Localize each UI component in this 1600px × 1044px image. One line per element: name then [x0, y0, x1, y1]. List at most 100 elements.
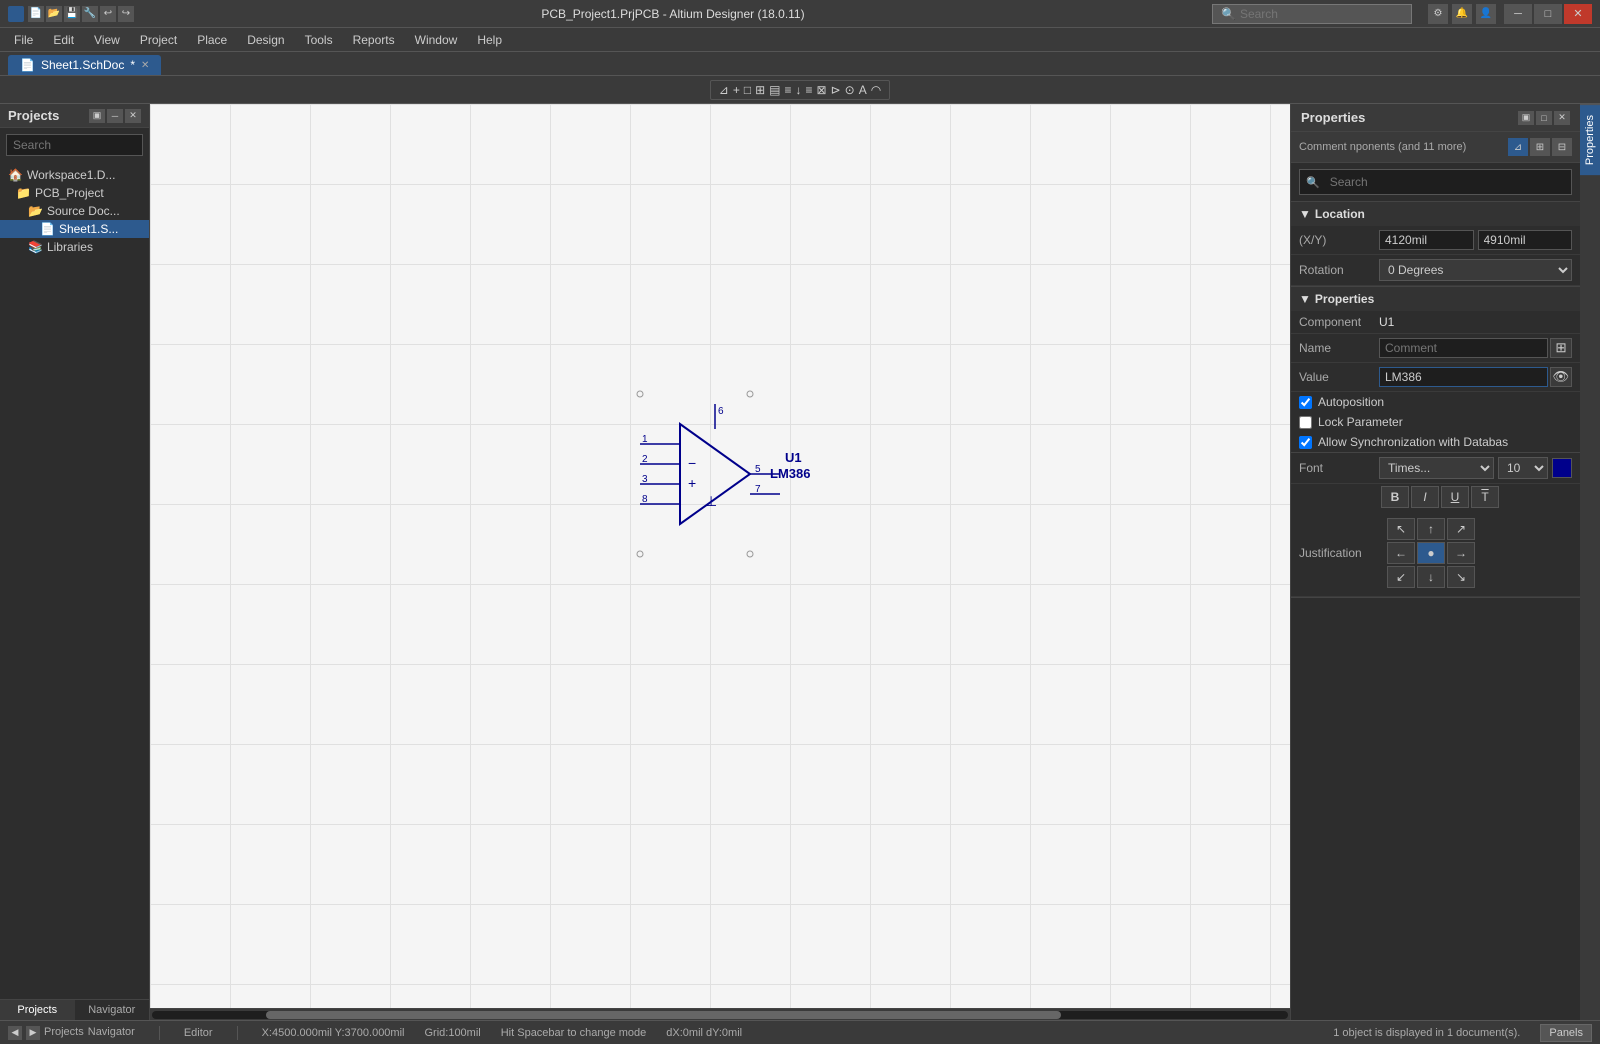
titlebar-search[interactable]: 🔍 — [1212, 4, 1412, 24]
tool-align[interactable]: ⊞ — [755, 83, 765, 97]
font-family-select[interactable]: Times... — [1379, 457, 1494, 479]
filter-paste-btn[interactable]: ⊟ — [1552, 138, 1572, 156]
menu-view[interactable]: View — [84, 31, 130, 49]
titlebar-icon-new[interactable]: 📄 — [28, 6, 44, 22]
scroll-thumb[interactable] — [266, 1011, 1061, 1019]
underline-button[interactable]: U — [1441, 486, 1469, 508]
menu-place[interactable]: Place — [187, 31, 237, 49]
tree-sheet1[interactable]: 📄 Sheet1.S... — [0, 220, 149, 238]
tool-menu[interactable]: ≡ — [806, 83, 813, 97]
maximize-button[interactable]: □ — [1534, 4, 1562, 24]
just-top-center[interactable]: ↑ — [1417, 518, 1445, 540]
tool-text[interactable]: A — [859, 83, 867, 97]
schematic-component[interactable]: − + ⊥ 1 2 3 5 6 7 8 U1 LM386 — [630, 384, 880, 587]
autoposition-checkbox[interactable] — [1299, 396, 1312, 409]
menu-project[interactable]: Project — [130, 31, 187, 49]
italic-button[interactable]: I — [1411, 486, 1439, 508]
document-tab[interactable]: 📄 Sheet1.SchDoc * ✕ — [8, 55, 161, 75]
titlebar-icon-save[interactable]: 💾 — [64, 6, 80, 22]
tool-down[interactable]: ↓ — [796, 83, 802, 97]
panels-button[interactable]: Panels — [1540, 1024, 1592, 1042]
filter-active-btn[interactable]: ⊿ — [1508, 138, 1528, 156]
menu-tools[interactable]: Tools — [295, 31, 343, 49]
just-mid-center[interactable]: ● — [1417, 542, 1445, 564]
lockparam-checkbox[interactable] — [1299, 416, 1312, 429]
x-input[interactable] — [1379, 230, 1474, 250]
menu-reports[interactable]: Reports — [343, 31, 405, 49]
right-panel-close-btn[interactable]: ✕ — [1554, 111, 1570, 125]
tool-filter[interactable]: ⊿ — [719, 83, 729, 97]
titlebar-icon-open[interactable]: 📂 — [46, 6, 62, 22]
menu-help[interactable]: Help — [467, 31, 512, 49]
tool-arc[interactable]: ◠ — [871, 83, 881, 97]
justification-label: Justification — [1299, 546, 1379, 560]
tree-workspace[interactable]: 🏠 Workspace1.D... — [0, 166, 149, 184]
font-color-picker[interactable] — [1552, 458, 1572, 478]
strikethrough-button[interactable]: T — [1471, 486, 1499, 508]
canvas-area[interactable]: − + ⊥ 1 2 3 5 6 7 8 U1 LM386 — [150, 104, 1290, 1020]
location-section-header[interactable]: ▼ Location — [1291, 202, 1580, 226]
right-panel-float-btn[interactable]: ▣ — [1518, 111, 1534, 125]
titlebar-icon-vcs[interactable]: 🔧 — [82, 6, 98, 22]
left-search-input[interactable] — [6, 134, 143, 156]
left-panel-close-btn[interactable]: ✕ — [125, 109, 141, 123]
just-mid-right[interactable]: → — [1447, 542, 1475, 564]
bold-button[interactable]: B — [1381, 486, 1409, 508]
canvas-scrollbar[interactable] — [150, 1008, 1290, 1020]
left-panel-float-btn[interactable]: ▣ — [89, 109, 105, 123]
tree-source-doc[interactable]: 📂 Source Doc... — [0, 202, 149, 220]
statusbar-prev-btn[interactable]: ◀ — [8, 1026, 22, 1040]
just-top-right[interactable]: ↗ — [1447, 518, 1475, 540]
value-input[interactable] — [1379, 367, 1548, 387]
statusbar-projects-tab[interactable]: Projects — [44, 1026, 84, 1040]
just-top-left[interactable]: ↖ — [1387, 518, 1415, 540]
menu-window[interactable]: Window — [405, 31, 468, 49]
sidebar-tab-properties[interactable]: Properties — [1580, 104, 1600, 175]
statusbar-next-btn[interactable]: ▶ — [26, 1026, 40, 1040]
menu-design[interactable]: Design — [237, 31, 294, 49]
tree-pcb-project[interactable]: 📁 PCB_Project — [0, 184, 149, 202]
right-search-input[interactable] — [1324, 172, 1565, 192]
titlebar-icon-undo[interactable]: ↩ — [100, 6, 116, 22]
autoposition-label[interactable]: Autoposition — [1318, 395, 1384, 409]
left-panel-minimize-btn[interactable]: ─ — [107, 109, 123, 123]
allowsync-label[interactable]: Allow Synchronization with Databas — [1318, 435, 1508, 449]
just-bot-center[interactable]: ↓ — [1417, 566, 1445, 588]
just-mid-left[interactable]: ← — [1387, 542, 1415, 564]
tool-table[interactable]: ▤ — [769, 83, 780, 97]
tool-cross[interactable]: ⊠ — [817, 83, 827, 97]
rotation-select[interactable]: 0 Degrees — [1379, 259, 1572, 281]
minimize-button[interactable]: ─ — [1504, 4, 1532, 24]
properties-section-header[interactable]: ▼ Properties — [1291, 287, 1580, 311]
titlebar-search-input[interactable] — [1240, 7, 1400, 21]
footer-tab-projects[interactable]: Projects — [0, 1000, 75, 1020]
just-bot-left[interactable]: ↙ — [1387, 566, 1415, 588]
titlebar-icon-redo[interactable]: ↪ — [118, 6, 134, 22]
menu-edit[interactable]: Edit — [43, 31, 84, 49]
tool-list[interactable]: ≡ — [785, 83, 792, 97]
tree-libraries[interactable]: 📚 Libraries — [0, 238, 149, 256]
tool-rect[interactable]: □ — [744, 83, 751, 97]
user-icon[interactable]: 👤 — [1476, 4, 1496, 24]
statusbar-navigator-tab[interactable]: Navigator — [88, 1026, 135, 1040]
right-panel-restore-btn[interactable]: □ — [1536, 111, 1552, 125]
just-bot-right[interactable]: ↘ — [1447, 566, 1475, 588]
lockparam-label[interactable]: Lock Parameter — [1318, 415, 1403, 429]
settings-icon[interactable]: ⚙ — [1428, 4, 1448, 24]
y-input[interactable] — [1478, 230, 1573, 250]
tool-circle[interactable]: ⊙ — [845, 83, 855, 97]
filter-copy-btn[interactable]: ⊞ — [1530, 138, 1550, 156]
footer-tab-navigator[interactable]: Navigator — [75, 1000, 150, 1020]
name-copy-btn[interactable]: ⊞ — [1550, 338, 1572, 358]
name-input[interactable] — [1379, 338, 1548, 358]
svg-text:8: 8 — [642, 494, 648, 505]
tab-close-icon[interactable]: ✕ — [141, 60, 149, 71]
menu-file[interactable]: File — [4, 31, 43, 49]
notification-icon[interactable]: 🔔 — [1452, 4, 1472, 24]
tool-play[interactable]: ⊳ — [831, 83, 841, 97]
font-size-select[interactable]: 10 — [1498, 457, 1548, 479]
close-button[interactable]: ✕ — [1564, 4, 1592, 24]
value-visibility-btn[interactable]: 👁 — [1550, 367, 1572, 387]
allowsync-checkbox[interactable] — [1299, 436, 1312, 449]
tool-add[interactable]: + — [733, 83, 740, 97]
